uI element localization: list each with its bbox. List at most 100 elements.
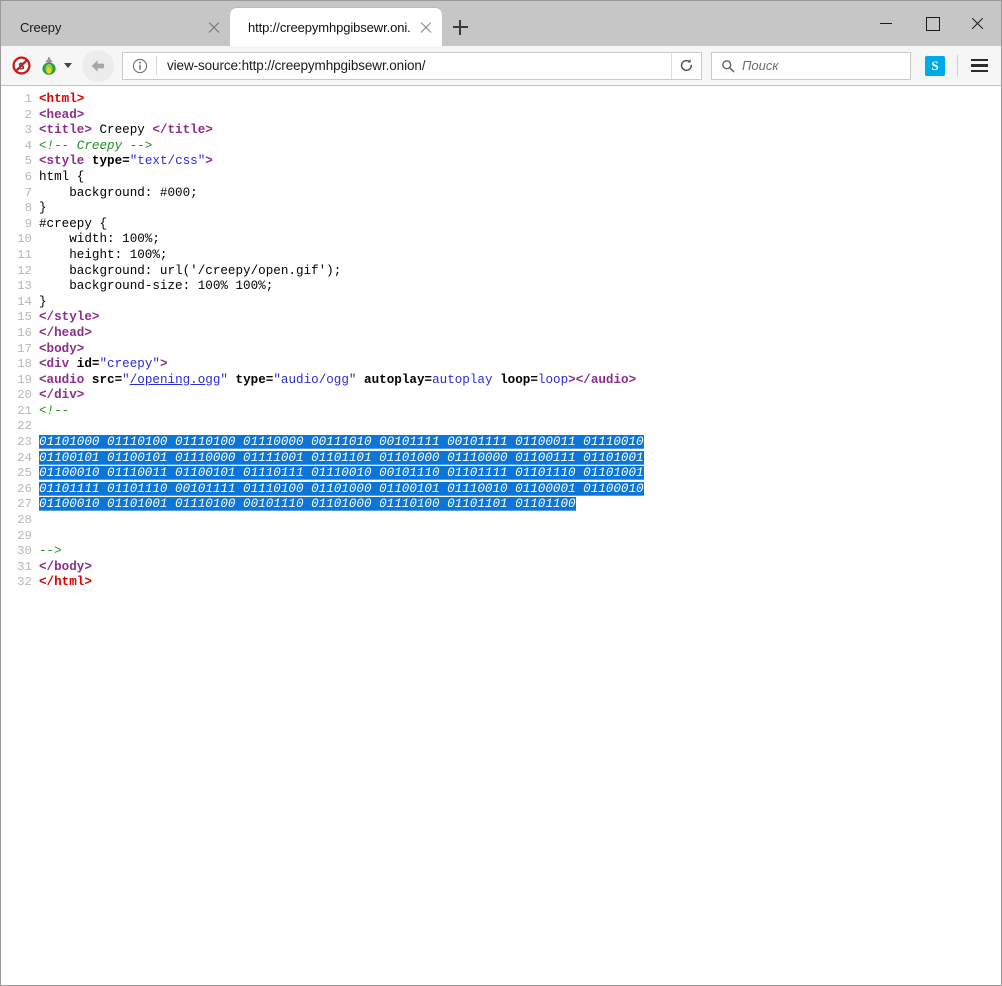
line-content: 01100101 01100101 01110000 01111001 0110… — [39, 451, 644, 467]
line-number: 24 — [1, 451, 39, 467]
code-token: loop= — [500, 373, 538, 387]
line-content: background: url('/creepy/open.gif'); — [39, 264, 341, 280]
close-window-button[interactable] — [955, 1, 1001, 46]
code-token — [356, 373, 364, 387]
code-token: </body> — [39, 560, 92, 574]
code-token: > — [568, 373, 576, 387]
line-content: </style> — [39, 310, 99, 326]
code-token: #creepy { — [39, 217, 107, 231]
source-line: 2501100010 01110011 01100101 01110111 01… — [1, 466, 1001, 482]
source-code: 1<html>2<head>3<title> Creepy </title>4<… — [1, 92, 1001, 591]
reload-button[interactable] — [671, 53, 701, 79]
browser-window: Creepy http://creepymhpgibsewr.oni... S — [0, 0, 1002, 986]
hamburger-menu-icon[interactable] — [965, 52, 993, 80]
line-number: 17 — [1, 342, 39, 358]
source-link[interactable]: /opening.ogg — [130, 373, 221, 387]
search-bar[interactable]: Поиск — [711, 52, 911, 80]
line-content: background: #000; — [39, 186, 198, 202]
source-line: 18<div id="creepy"> — [1, 357, 1001, 373]
line-content: <audio src="/opening.ogg" type="audio/og… — [39, 373, 636, 389]
line-number: 25 — [1, 466, 39, 482]
noscript-button[interactable]: S — [7, 52, 35, 80]
source-line: 19<audio src="/opening.ogg" type="audio/… — [1, 373, 1001, 389]
source-line: 4<!-- Creepy --> — [1, 139, 1001, 155]
line-content: background-size: 100% 100%; — [39, 279, 273, 295]
line-number: 18 — [1, 357, 39, 373]
line-number: 5 — [1, 154, 39, 170]
line-number: 27 — [1, 497, 39, 513]
code-token: type= — [236, 373, 274, 387]
source-line: 1<html> — [1, 92, 1001, 108]
close-icon[interactable] — [204, 17, 224, 37]
tab-title: http://creepymhpgibsewr.oni... — [248, 20, 410, 35]
line-content: html { — [39, 170, 84, 186]
source-line: 17<body> — [1, 342, 1001, 358]
url-text[interactable]: view-source:http://creepymhpgibsewr.onio… — [157, 58, 671, 73]
code-token: "creepy" — [99, 357, 159, 371]
view-source-pane[interactable]: 1<html>2<head>3<title> Creepy </title>4<… — [1, 86, 1001, 985]
back-button[interactable] — [82, 50, 114, 82]
code-token: html { — [39, 170, 84, 184]
source-line: 5<style type="text/css"> — [1, 154, 1001, 170]
window-controls — [863, 1, 1001, 46]
source-line: 14} — [1, 295, 1001, 311]
line-content: <title> Creepy </title> — [39, 123, 213, 139]
line-content: 01101111 01101110 00101111 01110100 0110… — [39, 482, 644, 498]
code-token: loop — [538, 373, 568, 387]
skype-button[interactable]: S — [925, 56, 945, 76]
source-line: 29 — [1, 529, 1001, 545]
line-content: <!-- Creepy --> — [39, 139, 152, 155]
code-token: </title> — [152, 123, 212, 137]
line-content: 01100010 01101001 01110100 00101110 0110… — [39, 497, 576, 513]
line-content: } — [39, 295, 47, 311]
tor-onion-button[interactable] — [35, 52, 63, 80]
close-icon[interactable] — [416, 17, 436, 37]
maximize-button[interactable] — [909, 1, 955, 46]
source-line: 22 — [1, 419, 1001, 435]
line-content: <html> — [39, 92, 84, 108]
code-token: height: 100%; — [39, 248, 167, 262]
source-line: 10 width: 100%; — [1, 232, 1001, 248]
chevron-down-icon[interactable] — [64, 63, 72, 68]
source-line: 3<title> Creepy </title> — [1, 123, 1001, 139]
tab-strip: Creepy http://creepymhpgibsewr.oni... — [1, 1, 1001, 46]
line-number: 21 — [1, 404, 39, 420]
line-content: <head> — [39, 108, 84, 124]
code-token: } — [39, 295, 47, 309]
tab-creepy[interactable]: Creepy — [2, 8, 230, 46]
new-tab-button[interactable] — [442, 8, 478, 46]
line-number: 4 — [1, 139, 39, 155]
url-bar[interactable]: view-source:http://creepymhpgibsewr.onio… — [122, 52, 702, 80]
line-number: 11 — [1, 248, 39, 264]
tab-view-source[interactable]: http://creepymhpgibsewr.oni... — [230, 8, 442, 46]
code-token: <audio — [39, 373, 84, 387]
code-token: autoplay= — [364, 373, 432, 387]
selected-binary-text: 01101000 01110100 01110100 01110000 0011… — [39, 435, 644, 449]
line-number: 20 — [1, 388, 39, 404]
code-token: <title> — [39, 123, 92, 137]
line-number: 10 — [1, 232, 39, 248]
source-line: 12 background: url('/creepy/open.gif'); — [1, 264, 1001, 280]
line-number: 6 — [1, 170, 39, 186]
code-token — [228, 373, 236, 387]
line-content: #creepy { — [39, 217, 107, 233]
source-line: 16</head> — [1, 326, 1001, 342]
search-icon — [721, 59, 735, 73]
code-token: </div> — [39, 388, 84, 402]
line-number: 9 — [1, 217, 39, 233]
line-number: 22 — [1, 419, 39, 435]
source-line: 6html { — [1, 170, 1001, 186]
source-line: 20</div> — [1, 388, 1001, 404]
source-line: 8} — [1, 201, 1001, 217]
line-content: --> — [39, 544, 62, 560]
navigation-toolbar: S view-sou — [1, 46, 1001, 86]
hamburger-bar — [971, 59, 988, 61]
code-token — [84, 154, 92, 168]
line-number: 19 — [1, 373, 39, 389]
site-info-icon[interactable] — [132, 58, 148, 74]
line-number: 15 — [1, 310, 39, 326]
line-content — [39, 419, 47, 435]
minimize-button[interactable] — [863, 1, 909, 46]
line-content: </head> — [39, 326, 92, 342]
source-line: 2601101111 01101110 00101111 01110100 01… — [1, 482, 1001, 498]
